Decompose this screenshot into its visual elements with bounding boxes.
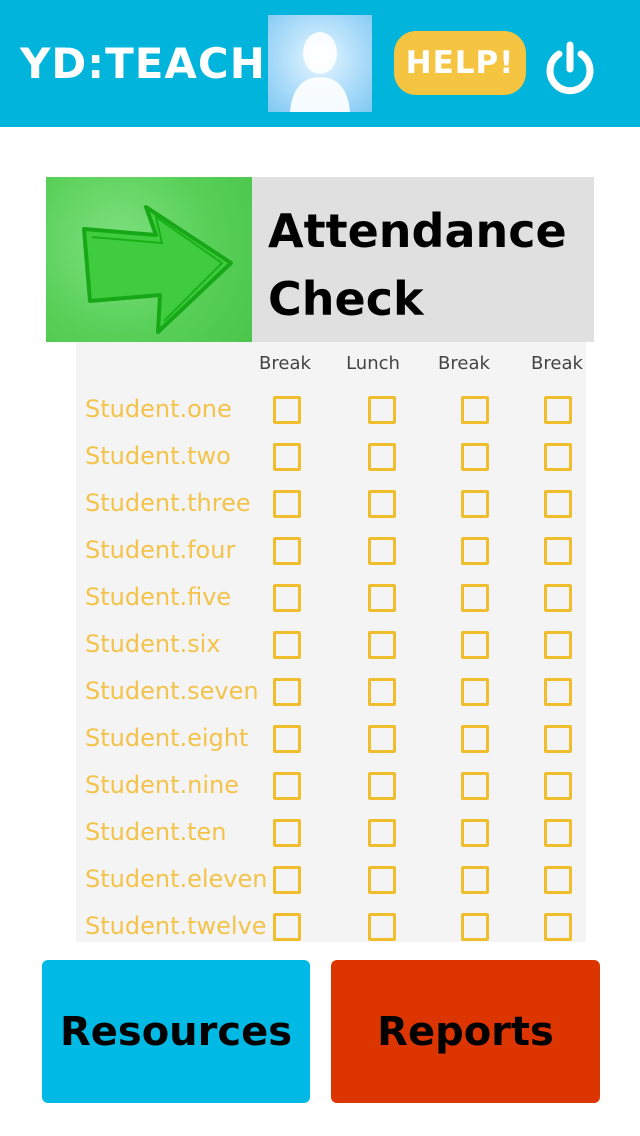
attendance-checkbox[interactable] xyxy=(368,396,396,424)
arrow-tile xyxy=(46,177,252,342)
attendance-checkbox[interactable] xyxy=(461,490,489,518)
attendance-checkbox[interactable] xyxy=(273,678,301,706)
attendance-checkbox[interactable] xyxy=(368,584,396,612)
resources-button[interactable]: Resources xyxy=(42,960,310,1103)
attendance-checkbox[interactable] xyxy=(273,913,301,941)
avatar[interactable] xyxy=(268,15,372,112)
attendance-checkbox[interactable] xyxy=(368,866,396,894)
attendance-checkbox[interactable] xyxy=(368,631,396,659)
student-name: Student.ten xyxy=(85,818,227,846)
green-arrow-icon xyxy=(82,205,233,334)
student-name: Student.two xyxy=(85,442,231,470)
attendance-checkbox[interactable] xyxy=(273,490,301,518)
app-header: YD:TEACH HELP! xyxy=(0,0,640,127)
column-header-break-1: Break xyxy=(259,353,311,374)
attendance-checkbox[interactable] xyxy=(273,631,301,659)
student-name: Student.nine xyxy=(85,771,239,799)
attendance-checkbox[interactable] xyxy=(461,913,489,941)
attendance-checkbox[interactable] xyxy=(544,537,572,565)
student-row: Student.one xyxy=(0,389,640,429)
student-row: Student.twelve xyxy=(0,906,640,946)
attendance-checkbox[interactable] xyxy=(544,490,572,518)
attendance-checkbox[interactable] xyxy=(273,584,301,612)
student-name: Student.eleven xyxy=(85,865,268,893)
attendance-checkbox[interactable] xyxy=(368,443,396,471)
attendance-checkbox[interactable] xyxy=(461,819,489,847)
column-header-lunch: Lunch xyxy=(346,353,400,374)
attendance-checkbox[interactable] xyxy=(368,678,396,706)
column-header-break-3: Break xyxy=(531,353,583,374)
attendance-checkbox[interactable] xyxy=(461,725,489,753)
attendance-checkbox[interactable] xyxy=(461,772,489,800)
page-title: Attendance Check xyxy=(268,197,567,333)
attendance-checkbox[interactable] xyxy=(273,537,301,565)
student-name: Student.seven xyxy=(85,677,259,705)
student-row: Student.three xyxy=(0,483,640,523)
attendance-title-card: Attendance Check xyxy=(46,177,594,342)
student-row: Student.seven xyxy=(0,671,640,711)
reports-button[interactable]: Reports xyxy=(331,960,600,1103)
student-row: Student.two xyxy=(0,436,640,476)
attendance-checkbox[interactable] xyxy=(461,631,489,659)
attendance-checkbox[interactable] xyxy=(544,678,572,706)
student-row: Student.eight xyxy=(0,718,640,758)
attendance-checkbox[interactable] xyxy=(544,866,572,894)
student-name: Student.twelve xyxy=(85,912,267,940)
attendance-checkbox[interactable] xyxy=(544,396,572,424)
attendance-checkbox[interactable] xyxy=(368,772,396,800)
attendance-checkbox[interactable] xyxy=(368,490,396,518)
student-row: Student.ten xyxy=(0,812,640,852)
title-line-1: Attendance xyxy=(268,204,567,258)
student-row: Student.four xyxy=(0,530,640,570)
student-name: Student.four xyxy=(85,536,236,564)
attendance-checkbox[interactable] xyxy=(544,443,572,471)
attendance-checkbox[interactable] xyxy=(461,537,489,565)
attendance-checkbox[interactable] xyxy=(461,584,489,612)
attendance-checkbox[interactable] xyxy=(461,396,489,424)
attendance-checkbox[interactable] xyxy=(273,772,301,800)
attendance-checkbox[interactable] xyxy=(544,584,572,612)
student-row: Student.eleven xyxy=(0,859,640,899)
attendance-checkbox[interactable] xyxy=(544,772,572,800)
power-button[interactable] xyxy=(542,40,598,96)
student-row: Student.nine xyxy=(0,765,640,805)
student-row: Student.five xyxy=(0,577,640,617)
attendance-checkbox[interactable] xyxy=(544,819,572,847)
student-name: Student.one xyxy=(85,395,232,423)
attendance-checkbox[interactable] xyxy=(544,913,572,941)
student-name: Student.five xyxy=(85,583,232,611)
attendance-checkbox[interactable] xyxy=(368,819,396,847)
attendance-checkbox[interactable] xyxy=(368,537,396,565)
power-icon xyxy=(546,41,594,95)
attendance-checkbox[interactable] xyxy=(273,819,301,847)
attendance-checkbox[interactable] xyxy=(273,725,301,753)
attendance-checkbox[interactable] xyxy=(461,443,489,471)
student-name: Student.three xyxy=(85,489,251,517)
column-header-break-2: Break xyxy=(438,353,490,374)
attendance-checkbox[interactable] xyxy=(273,396,301,424)
title-line-2: Check xyxy=(268,272,424,326)
app-logo: YD:TEACH xyxy=(20,39,266,88)
student-row: Student.six xyxy=(0,624,640,664)
attendance-checkbox[interactable] xyxy=(368,913,396,941)
attendance-checkbox[interactable] xyxy=(461,678,489,706)
help-button[interactable]: HELP! xyxy=(394,31,526,95)
user-silhouette-icon xyxy=(290,32,350,112)
student-name: Student.six xyxy=(85,630,221,658)
attendance-checkbox[interactable] xyxy=(461,866,489,894)
attendance-checkbox[interactable] xyxy=(273,866,301,894)
attendance-checkbox[interactable] xyxy=(544,631,572,659)
attendance-checkbox[interactable] xyxy=(544,725,572,753)
attendance-checkbox[interactable] xyxy=(273,443,301,471)
student-name: Student.eight xyxy=(85,724,249,752)
attendance-checkbox[interactable] xyxy=(368,725,396,753)
